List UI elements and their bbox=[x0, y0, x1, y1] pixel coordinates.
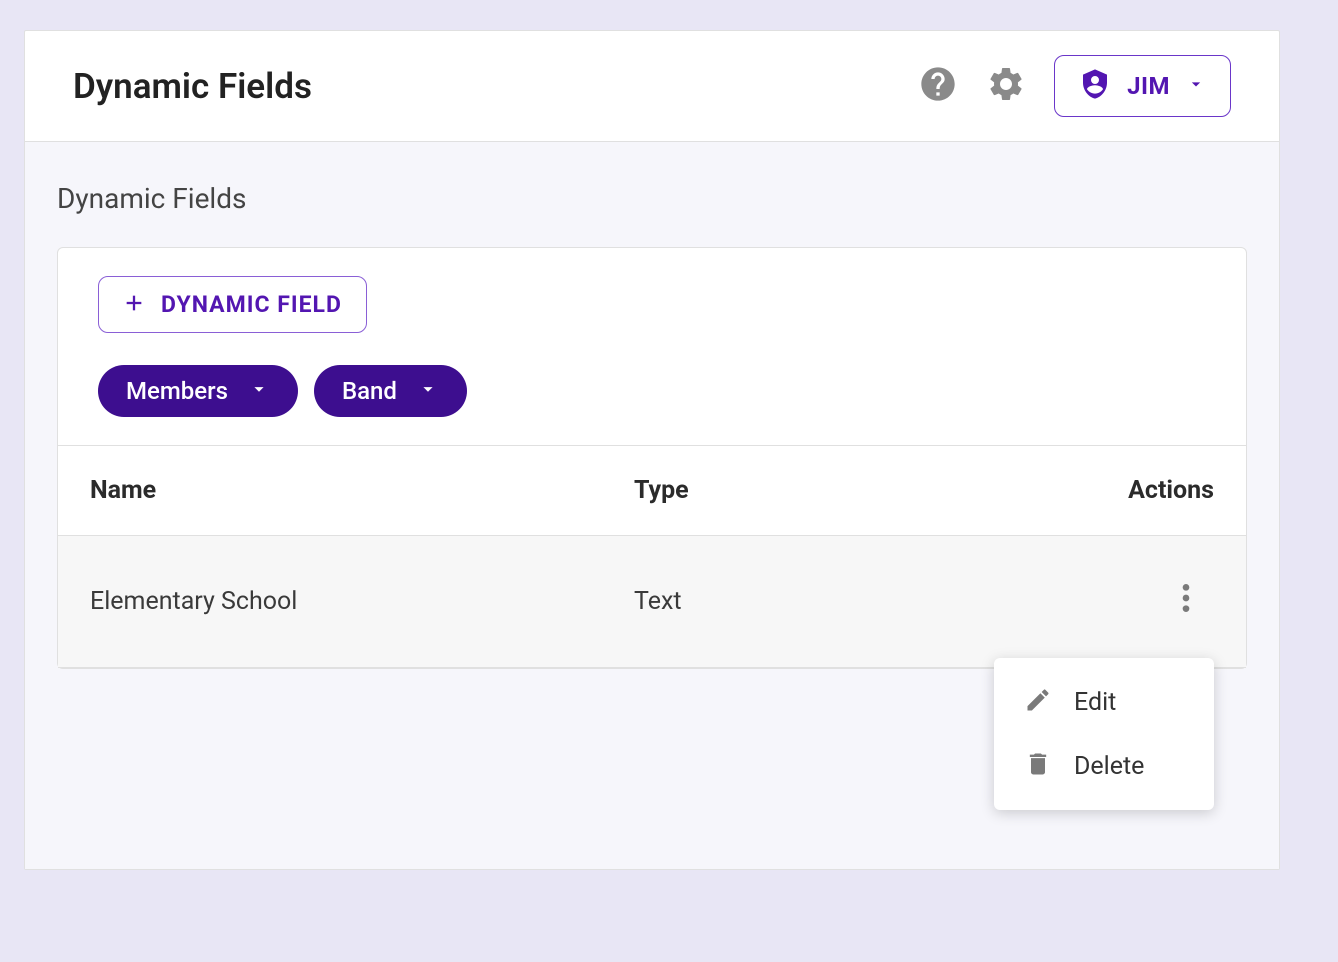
settings-button[interactable] bbox=[986, 64, 1026, 108]
cell-type: Text bbox=[634, 587, 994, 616]
header-bar: Dynamic Fields JIM bbox=[25, 31, 1279, 142]
row-actions-button[interactable] bbox=[1174, 574, 1198, 629]
plus-icon bbox=[123, 292, 145, 318]
content-area: Dynamic Fields DYNAMIC FIELD Members bbox=[25, 142, 1279, 869]
filter-chip-band[interactable]: Band bbox=[314, 365, 467, 417]
gear-icon bbox=[986, 64, 1026, 108]
edit-action[interactable]: Edit bbox=[994, 670, 1214, 734]
toolbar: DYNAMIC FIELD bbox=[58, 248, 1246, 361]
page-title: Dynamic Fields bbox=[73, 66, 312, 107]
column-header-type: Type bbox=[634, 476, 994, 505]
kebab-icon bbox=[1182, 592, 1190, 621]
chip-label: Members bbox=[126, 377, 228, 405]
table-row: Elementary School Text bbox=[58, 536, 1246, 668]
pencil-icon bbox=[1024, 686, 1052, 718]
add-dynamic-field-button[interactable]: DYNAMIC FIELD bbox=[98, 276, 367, 333]
table-card: DYNAMIC FIELD Members Band bbox=[57, 247, 1247, 669]
shield-user-icon bbox=[1079, 68, 1111, 104]
chevron-down-icon bbox=[417, 378, 439, 404]
help-button[interactable] bbox=[918, 64, 958, 108]
main-window: Dynamic Fields JIM bbox=[24, 30, 1280, 870]
help-icon bbox=[918, 64, 958, 108]
chevron-down-icon bbox=[1186, 74, 1206, 98]
delete-action[interactable]: Delete bbox=[994, 734, 1214, 798]
column-header-name: Name bbox=[90, 476, 634, 505]
add-button-label: DYNAMIC FIELD bbox=[161, 291, 342, 318]
user-menu-button[interactable]: JIM bbox=[1054, 55, 1231, 117]
cell-actions bbox=[994, 574, 1214, 629]
chip-label: Band bbox=[342, 377, 397, 405]
data-table: Name Type Actions Elementary School Text bbox=[58, 445, 1246, 668]
column-header-actions: Actions bbox=[994, 476, 1214, 505]
cell-name: Elementary School bbox=[90, 587, 634, 616]
filter-chip-members[interactable]: Members bbox=[98, 365, 298, 417]
table-header: Name Type Actions bbox=[58, 445, 1246, 536]
header-actions: JIM bbox=[918, 55, 1231, 117]
user-name: JIM bbox=[1127, 72, 1170, 100]
chevron-down-icon bbox=[248, 378, 270, 404]
trash-icon bbox=[1024, 750, 1052, 782]
section-title: Dynamic Fields bbox=[57, 182, 1247, 215]
actions-popover: Edit Delete bbox=[994, 658, 1214, 810]
edit-label: Edit bbox=[1074, 688, 1116, 717]
filter-chips: Members Band bbox=[58, 361, 1246, 445]
delete-label: Delete bbox=[1074, 752, 1144, 781]
